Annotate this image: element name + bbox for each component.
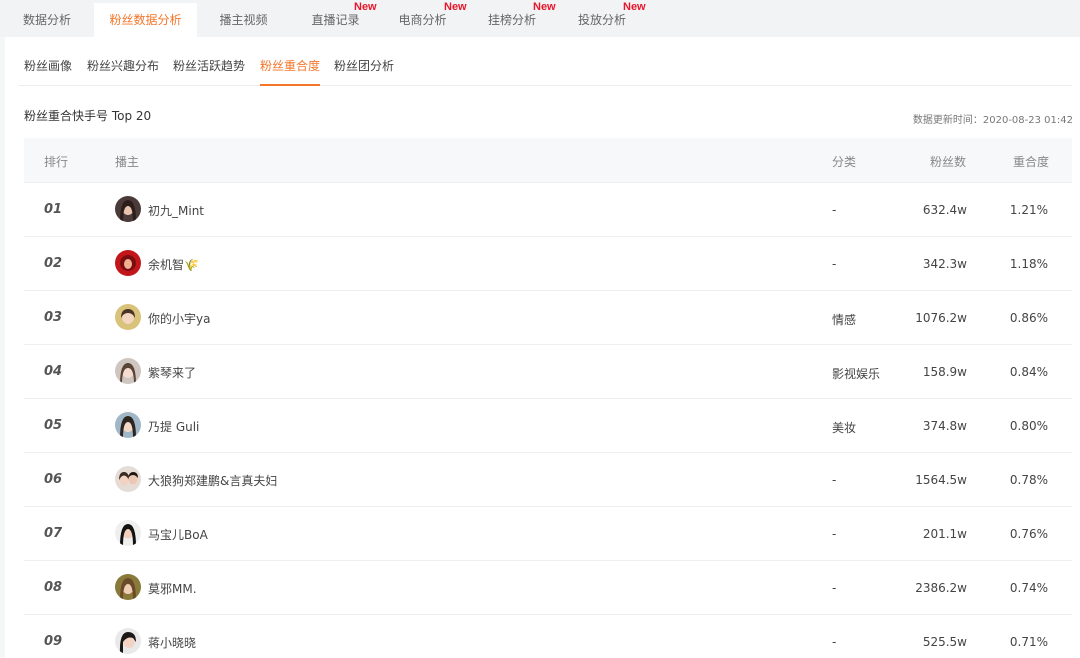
tab-label: 直播记录 [311,13,360,27]
row-overlap: 1.18% [1009,257,1048,271]
subtab-fan-overlap[interactable]: 粉丝重合度 [260,57,321,86]
streamer-name[interactable]: 你的小宇ya [148,310,210,327]
table-row[interactable]: 02 余机智🌾 - 342.3w 1.18% [24,237,1072,291]
table-header: 排行 播主 分类 粉丝数 重合度 [24,138,1072,183]
row-fans: 342.3w [922,257,967,271]
top-tab-bar: 数据分析 粉丝数据分析 播主视频 直播记录 电商分析 挂榜分析 投放分析 New… [0,0,1080,37]
table-row[interactable]: 06 大狼狗郑建鹏&言真夫妇 - 1564.5w 0.78% [24,453,1072,507]
row-category: - [832,257,837,271]
section-title: 粉丝重合快手号 Top 20 [24,109,152,123]
tab-label: 挂榜分析 [487,13,536,27]
header-streamer: 播主 [115,155,140,169]
row-category: 情感 [832,313,857,327]
tab-data-analysis[interactable]: 数据分析 [0,3,94,37]
streamer-name[interactable]: 余机智🌾 [148,256,199,273]
subtab-label: 粉丝画像 [24,59,73,73]
row-overlap: 0.80% [1009,419,1048,433]
table-row[interactable]: 08 莫邪MM. - 2386.2w 0.74% [24,561,1072,615]
streamer-name[interactable]: 大狼狗郑建鹏&言真夫妇 [148,472,277,489]
table-row[interactable]: 04 紫琴来了 影视娱乐 158.9w 0.84% [24,345,1072,399]
table-row[interactable]: 03 你的小宇ya 情感 1076.2w 0.86% [24,291,1072,345]
row-rank: 08 [44,580,63,595]
row-fans: 158.9w [922,365,967,379]
row-category: - [832,473,837,487]
new-badge: New [533,1,556,13]
avatar[interactable] [115,466,141,492]
tab-label: 数据分析 [22,13,71,27]
row-overlap: 1.21% [1009,203,1048,217]
subtab-fan-interests[interactable]: 粉丝兴趣分布 [87,57,159,86]
tab-streamer-videos[interactable]: 播主视频 [197,3,290,37]
new-badge: New [623,1,646,13]
row-rank: 02 [44,256,63,271]
streamer-name[interactable]: 初九_Mint [148,202,204,219]
subtab-label: 粉丝团分析 [334,59,395,73]
tab-fan-data-analysis[interactable]: 粉丝数据分析 [94,3,197,37]
tab-label: 投放分析 [577,13,626,27]
table-row[interactable]: 07 马宝儿BoA - 201.1w 0.76% [24,507,1072,561]
row-fans: 525.5w [922,635,967,649]
row-category: - [832,527,837,541]
row-overlap: 0.76% [1009,527,1048,541]
tab-label: 电商分析 [398,13,447,27]
row-category: 美妆 [832,421,857,435]
row-fans: 374.8w [922,419,967,433]
row-category: - [832,635,837,649]
row-rank: 03 [44,310,63,325]
row-fans: 632.4w [922,203,967,217]
header-overlap: 重合度 [1013,155,1050,169]
avatar[interactable] [115,574,141,600]
row-overlap: 0.78% [1009,473,1048,487]
new-badge: New [354,1,377,13]
subtab-label: 粉丝活跃趋势 [173,59,246,73]
table-row[interactable]: 01 初九_Mint - 632.4w 1.21% [24,183,1072,237]
subtab-fan-profile[interactable]: 粉丝画像 [24,57,72,86]
update-time: 数据更新时间：2020-08-23 01:42 [912,115,1073,126]
streamer-name[interactable]: 乃提 Guli [148,418,199,435]
subtab-fan-activity[interactable]: 粉丝活跃趋势 [173,57,245,86]
row-overlap: 0.86% [1009,311,1048,325]
header-category: 分类 [832,155,857,169]
tab-label: 粉丝数据分析 [109,13,182,27]
avatar[interactable] [115,196,141,222]
avatar[interactable] [115,304,141,330]
streamer-name[interactable]: 马宝儿BoA [148,526,208,543]
row-fans: 1564.5w [915,473,967,487]
table-row[interactable]: 09 蒋小晓晓 - 525.5w 0.71% [24,615,1072,658]
row-fans: 2386.2w [915,581,967,595]
streamer-name[interactable]: 紫琴来了 [148,364,196,381]
streamer-name[interactable]: 莫邪MM. [148,580,197,597]
row-rank: 01 [44,202,63,217]
avatar[interactable] [115,250,141,276]
row-rank: 06 [44,472,63,487]
row-category: - [832,581,837,595]
tab-label: 播主视频 [219,13,268,27]
streamer-name[interactable]: 蒋小晓晓 [148,634,196,651]
subtab-label: 粉丝重合度 [260,59,321,73]
avatar[interactable] [115,358,141,384]
row-rank: 07 [44,526,63,541]
row-fans: 201.1w [922,527,967,541]
overlap-table: 排行 播主 分类 粉丝数 重合度 01 初九_Mint - 632.4w 1.2… [24,138,1072,658]
row-rank: 09 [44,634,63,649]
row-category: - [832,203,837,217]
avatar[interactable] [115,520,141,546]
subtab-fan-club[interactable]: 粉丝团分析 [334,57,394,86]
new-badge: New [444,1,467,13]
header-rank: 排行 [44,155,69,169]
row-overlap: 0.71% [1009,635,1048,649]
avatar[interactable] [115,412,141,438]
row-category: 影视娱乐 [832,367,881,381]
avatar[interactable] [115,628,141,654]
header-fans: 粉丝数 [930,155,967,169]
row-fans: 1076.2w [915,311,967,325]
subtab-label: 粉丝兴趣分布 [87,59,160,73]
row-overlap: 0.74% [1009,581,1048,595]
sub-tab-bar: 粉丝画像 粉丝兴趣分布 粉丝活跃趋势 粉丝重合度 粉丝团分析 [19,48,1072,86]
row-rank: 05 [44,418,63,433]
row-rank: 04 [44,364,63,379]
row-overlap: 0.84% [1009,365,1048,379]
table-row[interactable]: 05 乃提 Guli 美妆 374.8w 0.80% [24,399,1072,453]
